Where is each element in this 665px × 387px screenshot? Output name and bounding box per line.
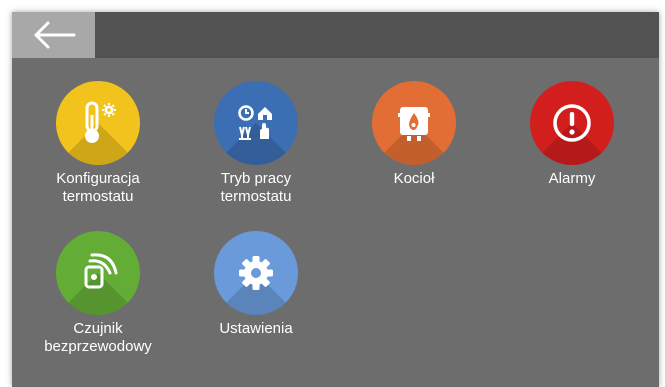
work-mode-icon bbox=[214, 81, 298, 165]
wireless-sensor-icon bbox=[56, 231, 140, 315]
tile-alarms[interactable]: Alarmy bbox=[502, 81, 642, 188]
tile-label-line2: termostatu bbox=[62, 188, 134, 205]
tile-label-line1: Czujnik bbox=[73, 320, 123, 337]
thermometer-gear-icon bbox=[56, 81, 140, 165]
back-button[interactable] bbox=[12, 12, 95, 58]
top-bar bbox=[12, 12, 659, 58]
tile-thermostat-config[interactable]: Konfiguracja termostatu bbox=[28, 81, 168, 206]
tile-boiler[interactable]: Kocioł bbox=[344, 81, 484, 188]
tile-wireless-sensor[interactable]: Czujnik bezprzewodowy bbox=[28, 231, 168, 356]
tile-label-line1: Alarmy bbox=[548, 170, 596, 187]
tile-label-line1: Ustawienia bbox=[219, 320, 293, 337]
arrow-left-icon bbox=[34, 21, 75, 49]
gear-icon bbox=[214, 231, 298, 315]
tile-label-line2: termostatu bbox=[220, 188, 292, 205]
thermostat-menu-screen: Konfiguracja termostatu Tryb pracy termo… bbox=[12, 12, 659, 387]
tile-label-line1: Konfiguracja bbox=[56, 170, 140, 187]
tile-label-line1: Tryb pracy bbox=[220, 170, 292, 187]
boiler-icon bbox=[372, 81, 456, 165]
tile-settings[interactable]: Ustawienia bbox=[186, 231, 326, 338]
tile-work-mode[interactable]: Tryb pracy termostatu bbox=[186, 81, 326, 206]
tile-label-line1: Kocioł bbox=[393, 170, 435, 187]
alarm-icon bbox=[530, 81, 614, 165]
tile-label-line2: bezprzewodowy bbox=[44, 338, 152, 355]
